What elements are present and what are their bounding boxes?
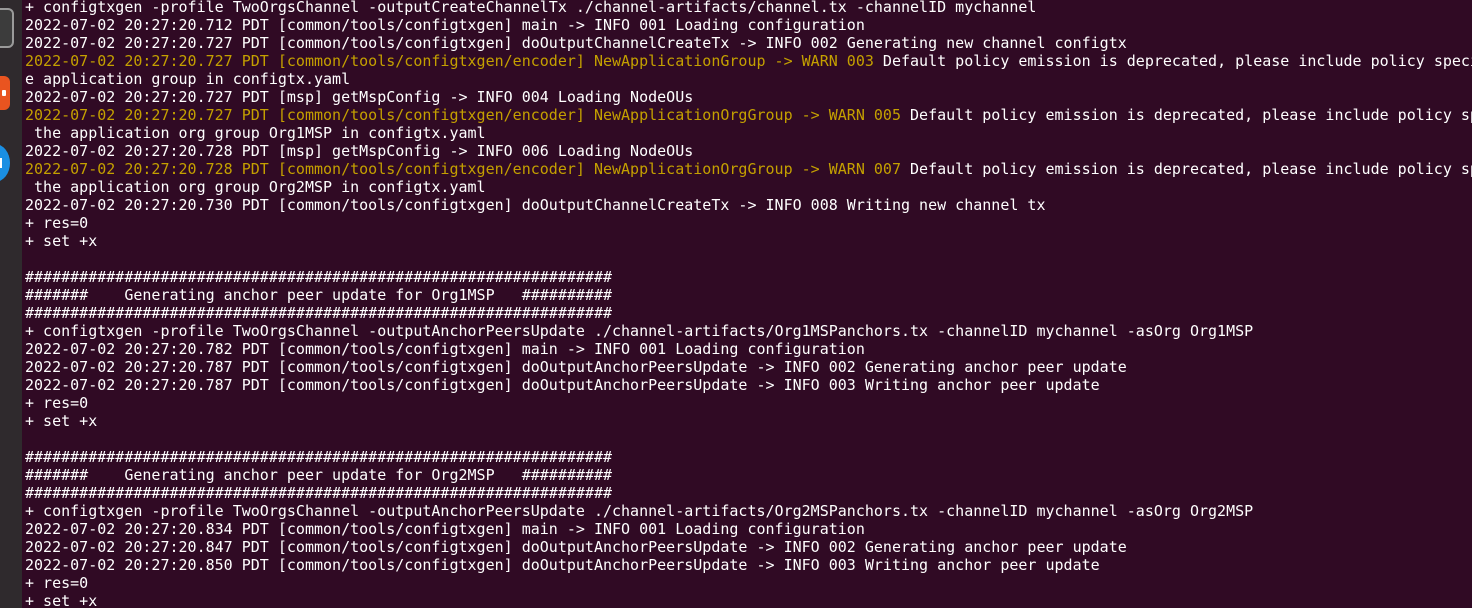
line-text: + res=0 (25, 214, 89, 232)
line-text: e application group in configtx.yaml (25, 70, 351, 88)
terminal-line: ########################################… (25, 304, 1472, 322)
terminal-line: 2022-07-02 20:27:20.787 PDT [common/tool… (25, 376, 1472, 394)
terminal-line: 2022-07-02 20:27:20.728 PDT [msp] getMsp… (25, 142, 1472, 160)
terminal-line: + configtxgen -profile TwoOrgsChannel -o… (25, 502, 1472, 520)
line-text: Default policy emission is deprecated, p… (900, 106, 1472, 124)
terminal-line: + set +x (25, 592, 1472, 608)
line-text: the application org group Org2MSP in con… (25, 178, 486, 196)
terminal-line: ########################################… (25, 448, 1472, 466)
line-text: ########################################… (25, 304, 612, 322)
terminal-line: + res=0 (25, 214, 1472, 232)
line-text: 2022-07-02 20:27:20.782 PDT [common/tool… (25, 340, 865, 358)
warn-prefix: 2022-07-02 20:27:20.728 PDT [common/tool… (25, 160, 901, 178)
terminal-line: + set +x (25, 412, 1472, 430)
line-text: ########################################… (25, 268, 612, 286)
line-text: ########################################… (25, 448, 612, 466)
terminal-line: 2022-07-02 20:27:20.787 PDT [common/tool… (25, 358, 1472, 376)
terminal-line: ########################################… (25, 268, 1472, 286)
terminal-line: 2022-07-02 20:27:20.782 PDT [common/tool… (25, 340, 1472, 358)
line-text: ####### Generating anchor peer update fo… (25, 286, 612, 304)
line-text: 2022-07-02 20:27:20.727 PDT [msp] getMsp… (25, 88, 694, 106)
terminal-line: 2022-07-02 20:27:20.727 PDT [msp] getMsp… (25, 88, 1472, 106)
line-text: 2022-07-02 20:27:20.730 PDT [common/tool… (25, 196, 1046, 214)
line-text: 2022-07-02 20:27:20.712 PDT [common/tool… (25, 16, 865, 34)
line-text: ####### Generating anchor peer update fo… (25, 466, 612, 484)
line-text: + res=0 (25, 574, 89, 592)
terminal-line: 2022-07-02 20:27:20.727 PDT [common/tool… (25, 106, 1472, 124)
terminal-output[interactable]: + configtxgen -profile TwoOrgsChannel -o… (25, 0, 1472, 608)
line-text: the application org group Org1MSP in con… (25, 124, 486, 142)
line-text: + set +x (25, 412, 98, 430)
terminal-line: the application org group Org1MSP in con… (25, 124, 1472, 142)
line-text: Default policy emission is deprecated, p… (873, 52, 1472, 70)
line-text: 2022-07-02 20:27:20.728 PDT [msp] getMsp… (25, 142, 694, 160)
line-text: 2022-07-02 20:27:20.834 PDT [common/tool… (25, 520, 865, 538)
terminal-line: ####### Generating anchor peer update fo… (25, 466, 1472, 484)
line-text: 2022-07-02 20:27:20.847 PDT [common/tool… (25, 538, 1127, 556)
terminal-line: ########################################… (25, 484, 1472, 502)
help-icon[interactable] (0, 144, 10, 182)
line-text: 2022-07-02 20:27:20.850 PDT [common/tool… (25, 556, 1100, 574)
terminal-line: 2022-07-02 20:27:20.730 PDT [common/tool… (25, 196, 1472, 214)
terminal-line: ####### Generating anchor peer update fo… (25, 286, 1472, 304)
terminal-line: 2022-07-02 20:27:20.850 PDT [common/tool… (25, 556, 1472, 574)
line-text: + configtxgen -profile TwoOrgsChannel -o… (25, 322, 1254, 340)
line-text: 2022-07-02 20:27:20.727 PDT [common/tool… (25, 34, 1127, 52)
terminal-line: e application group in configtx.yaml (25, 70, 1472, 88)
terminal-line: + set +x (25, 232, 1472, 250)
terminal-line: 2022-07-02 20:27:20.728 PDT [common/tool… (25, 160, 1472, 178)
terminal-line: 2022-07-02 20:27:20.847 PDT [common/tool… (25, 538, 1472, 556)
desktop: + configtxgen -profile TwoOrgsChannel -o… (0, 0, 1472, 608)
terminal-line: 2022-07-02 20:27:20.712 PDT [common/tool… (25, 16, 1472, 34)
terminal-line: + res=0 (25, 394, 1472, 412)
line-text: 2022-07-02 20:27:20.787 PDT [common/tool… (25, 358, 1127, 376)
line-text: + set +x (25, 592, 98, 608)
line-text: ########################################… (25, 484, 612, 502)
line-text: Default policy emission is deprecated, p… (900, 160, 1472, 178)
terminal-line: + res=0 (25, 574, 1472, 592)
terminal-app-icon[interactable] (0, 8, 14, 48)
terminal-line: 2022-07-02 20:27:20.727 PDT [common/tool… (25, 52, 1472, 70)
terminal-line: + configtxgen -profile TwoOrgsChannel -o… (25, 0, 1472, 16)
warn-prefix: 2022-07-02 20:27:20.727 PDT [common/tool… (25, 106, 901, 124)
terminal-line: + configtxgen -profile TwoOrgsChannel -o… (25, 322, 1472, 340)
dock (0, 0, 22, 608)
line-text: + res=0 (25, 394, 89, 412)
line-text: + configtxgen -profile TwoOrgsChannel -o… (25, 502, 1254, 520)
terminal-line: 2022-07-02 20:27:20.834 PDT [common/tool… (25, 520, 1472, 538)
terminal-line: the application org group Org2MSP in con… (25, 178, 1472, 196)
terminal-line: 2022-07-02 20:27:20.727 PDT [common/tool… (25, 34, 1472, 52)
line-text: + configtxgen -profile TwoOrgsChannel -o… (25, 0, 1037, 16)
line-text: 2022-07-02 20:27:20.787 PDT [common/tool… (25, 376, 1100, 394)
line-text: + set +x (25, 232, 98, 250)
software-center-icon[interactable] (0, 76, 10, 110)
warn-prefix: 2022-07-02 20:27:20.727 PDT [common/tool… (25, 52, 874, 70)
